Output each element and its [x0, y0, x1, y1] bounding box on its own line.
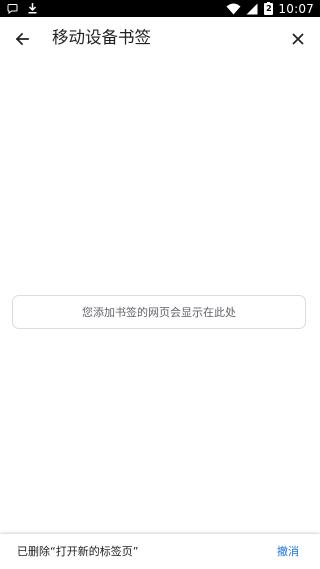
- status-clock: 10:07: [278, 1, 314, 16]
- status-bar: 2 10:07: [0, 0, 320, 17]
- arrow-back-icon: [15, 32, 29, 46]
- close-button[interactable]: [284, 25, 312, 53]
- back-button[interactable]: [8, 25, 36, 53]
- cellular-signal-icon: [246, 3, 258, 15]
- app-bar: 移动设备书签: [0, 17, 320, 59]
- snackbar-message: 已删除“打开新的标签页”: [17, 545, 139, 558]
- empty-state-card: 您添加书签的网页会显示在此处: [12, 295, 306, 329]
- screen: 2 10:07 移动设备书签 您添加书签的网页会显示在此处 已删除“打开新的标签…: [0, 0, 320, 569]
- page-title: 移动设备书签: [52, 28, 151, 47]
- battery-icon: 2: [264, 2, 274, 15]
- battery-level: 2: [264, 3, 274, 15]
- undo-button[interactable]: 撤消: [277, 544, 299, 559]
- download-icon: [27, 2, 38, 14]
- snackbar: 已删除“打开新的标签页” 撤消: [0, 534, 320, 569]
- status-bar-left: [7, 2, 47, 14]
- message-icon: [7, 3, 18, 14]
- close-icon: [292, 33, 304, 45]
- empty-state-message: 您添加书签的网页会显示在此处: [82, 306, 236, 319]
- wifi-icon: [226, 3, 241, 15]
- status-bar-right: 2 10:07: [226, 1, 314, 16]
